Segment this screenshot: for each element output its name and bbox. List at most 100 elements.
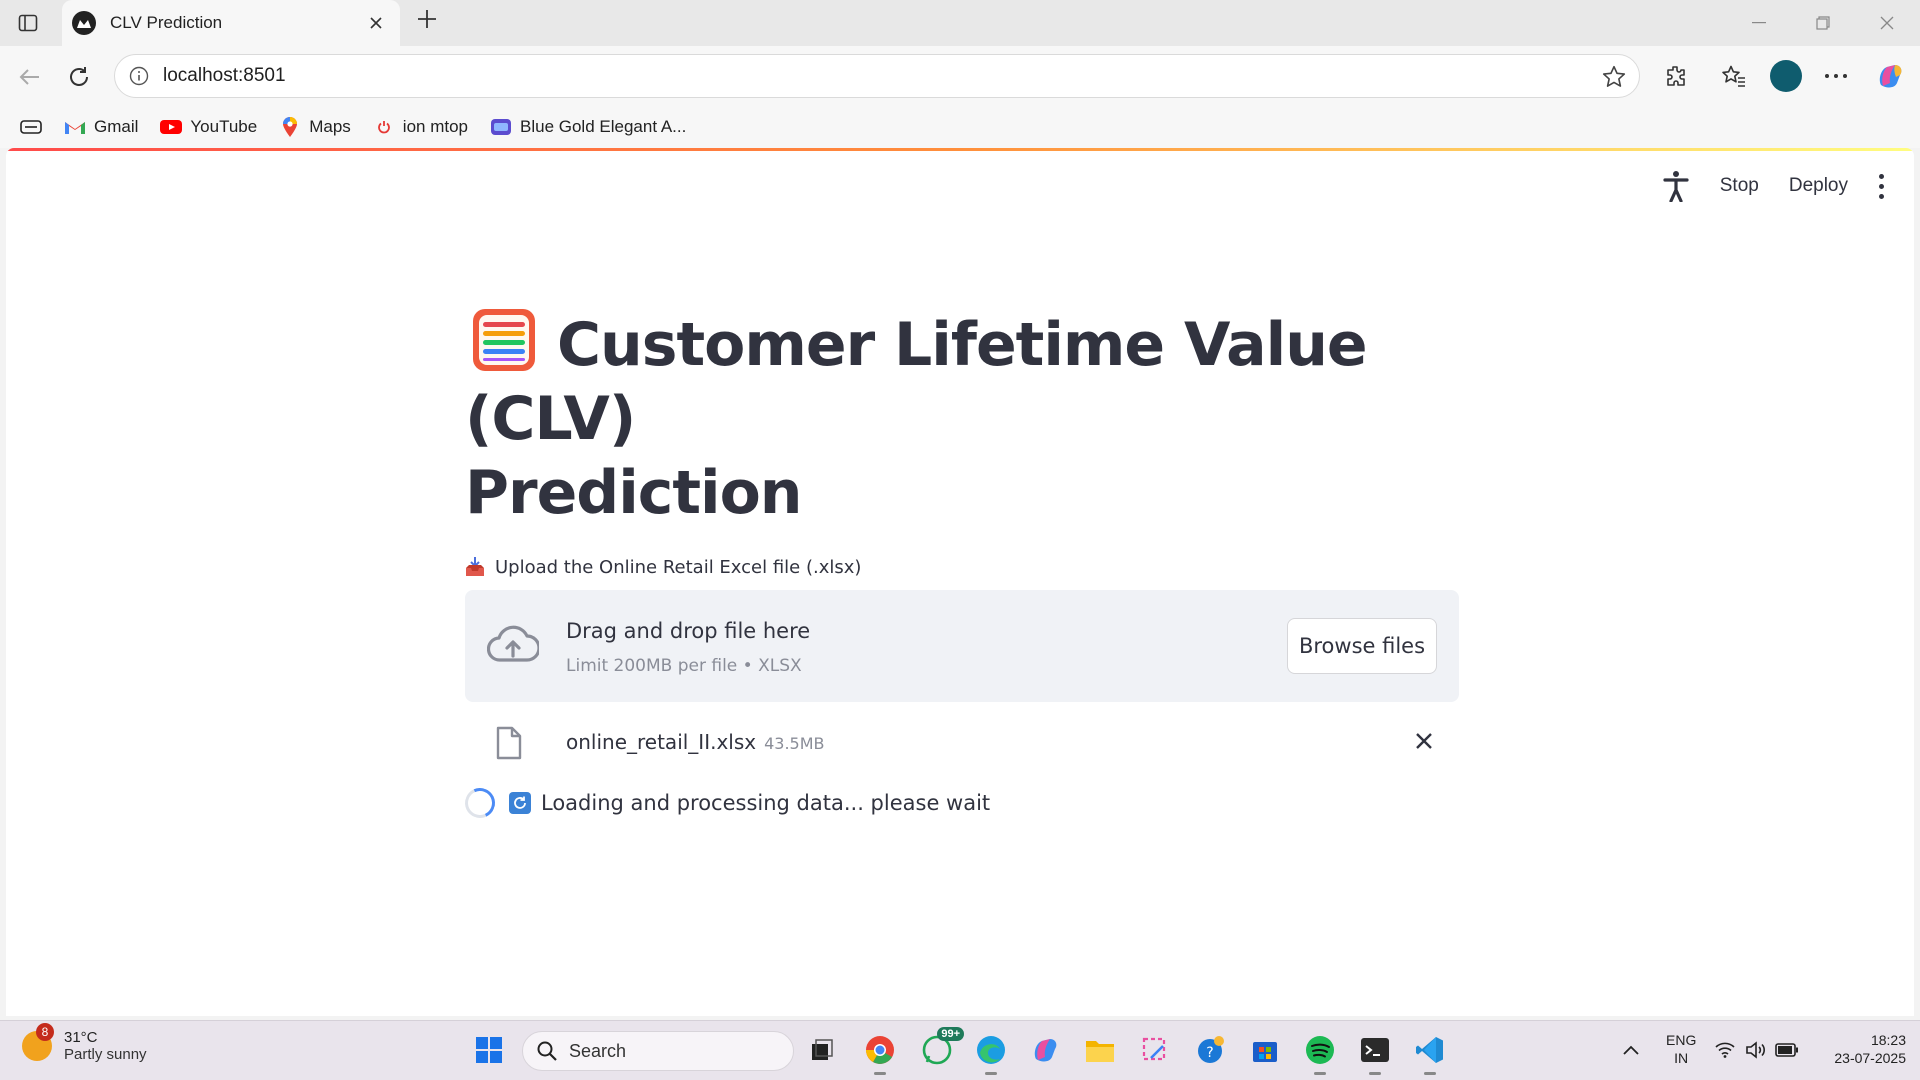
bookmark-blue-gold[interactable]: Blue Gold Elegant A... (490, 117, 686, 137)
abacus-icon (473, 309, 535, 371)
loading-status: Loading and processing data... please wa… (460, 783, 1459, 823)
cloud-upload-icon (486, 624, 541, 668)
profile-avatar[interactable] (1768, 58, 1804, 94)
new-tab-button[interactable] (412, 6, 442, 38)
restore-icon[interactable] (1790, 0, 1856, 46)
task-view-icon[interactable] (805, 1033, 839, 1067)
tab-title: CLV Prediction (110, 13, 223, 32)
uploaded-file-name: online_retail_II.xlsx 43.5MB (566, 730, 825, 754)
bookmark-label: Blue Gold Elegant A... (520, 117, 687, 136)
dropzone-limit-text: Limit 200MB per file • XLSX (566, 656, 802, 676)
bookmark-collections[interactable] (20, 119, 42, 135)
close-window-icon[interactable] (1854, 0, 1920, 46)
clock-date: 23-07-2025 (1834, 1050, 1906, 1066)
youtube-icon (160, 118, 183, 136)
page-title: Customer Lifetime Value (CLV) Prediction (465, 308, 1459, 530)
bookmark-ion-mtop[interactable]: ion mtop (373, 117, 468, 137)
minimize-icon[interactable] (1726, 0, 1792, 46)
clock-time: 18:23 (1870, 1032, 1906, 1048)
clock[interactable]: 18:23 23-07-2025 (1816, 1031, 1906, 1067)
copilot-icon[interactable] (1872, 58, 1908, 94)
search-icon (537, 1041, 557, 1061)
main-content: Customer Lifetime Value (CLV) Prediction… (460, 308, 1459, 823)
file-size: 43.5MB (764, 734, 825, 753)
address-bar[interactable]: localhost:8501 (114, 54, 1640, 98)
uploader-label: Upload the Online Retail Excel file (.xl… (465, 556, 1459, 578)
bookmark-youtube[interactable]: YouTube (160, 117, 257, 137)
streamlit-favicon-icon (72, 11, 96, 35)
title-line-1: Customer Lifetime Value (CLV) (465, 310, 1368, 454)
lang-line-1: ENG (1666, 1032, 1697, 1048)
uploader-label-text: Upload the Online Retail Excel file (.xl… (495, 556, 862, 578)
whatsapp-badge: 99+ (937, 1027, 964, 1041)
refresh-icon (509, 792, 531, 814)
file-explorer-icon[interactable] (1083, 1033, 1117, 1067)
power-icon (373, 118, 395, 136)
microsoft-store-icon[interactable] (1248, 1033, 1282, 1067)
vscode-icon[interactable] (1413, 1033, 1447, 1075)
status-text: Loading and processing data... please wa… (541, 791, 991, 815)
url-text: localhost:8501 (163, 65, 286, 86)
reload-icon[interactable] (62, 60, 96, 94)
file-dropzone[interactable]: Drag and drop file here Limit 200MB per … (465, 590, 1459, 702)
bookmark-maps[interactable]: Maps (279, 117, 351, 137)
bookmark-label: YouTube (190, 117, 258, 136)
collections-icon (20, 120, 42, 134)
wifi-icon[interactable] (1708, 1033, 1742, 1067)
weather-condition: Partly sunny (64, 1046, 147, 1063)
back-icon[interactable] (12, 60, 46, 94)
edge-icon[interactable] (974, 1033, 1008, 1075)
streamlit-toolbar: Stop Deploy (1662, 170, 1884, 203)
maps-icon (279, 117, 301, 137)
inbox-tray-icon (465, 556, 487, 578)
lang-line-2: IN (1674, 1050, 1689, 1066)
browser-navbar: localhost:8501 (0, 46, 1920, 106)
whatsapp-icon[interactable]: 99+ (920, 1027, 964, 1067)
language-indicator[interactable]: ENG IN (1666, 1031, 1696, 1067)
volume-icon[interactable] (1740, 1033, 1774, 1067)
page-viewport: Stop Deploy Customer Lifetime Value (CLV… (6, 148, 1914, 1016)
main-menu-icon[interactable] (1878, 173, 1884, 199)
svg-text:?: ? (1206, 1045, 1213, 1061)
weather-sun-icon: 8 (22, 1023, 54, 1061)
taskbar: 8 31°C Partly sunny Search 99+ ? ENG IN … (0, 1020, 1920, 1080)
browse-files-button[interactable]: Browse files (1287, 618, 1437, 674)
start-icon[interactable] (472, 1033, 506, 1067)
file-name-text: online_retail_II.xlsx (566, 730, 757, 754)
copilot-taskbar-icon[interactable] (1028, 1033, 1062, 1067)
more-menu-icon[interactable] (1818, 58, 1854, 94)
battery-icon[interactable] (1770, 1033, 1804, 1067)
browser-titlebar: CLV Prediction (0, 0, 1920, 46)
tips-icon[interactable]: ? (1194, 1033, 1228, 1067)
chrome-icon[interactable] (863, 1033, 897, 1075)
tab-close-icon[interactable] (364, 10, 388, 36)
weather-badge: 8 (36, 1023, 54, 1041)
favorite-star-icon[interactable] (1601, 64, 1627, 95)
gmail-icon (64, 118, 86, 136)
taskbar-search-text: Search (569, 1040, 627, 1061)
weather-widget[interactable]: 8 31°C Partly sunny (22, 1023, 147, 1063)
snipping-tool-icon[interactable] (1138, 1033, 1172, 1067)
stop-button[interactable]: Stop (1720, 175, 1759, 197)
streamlit-decoration-bar (6, 148, 1914, 151)
bookmark-label: Gmail (94, 117, 139, 136)
show-hidden-icons-chevron[interactable] (1614, 1033, 1648, 1067)
bookmark-label: Maps (309, 117, 351, 136)
deploy-button[interactable]: Deploy (1789, 175, 1848, 197)
taskbar-search[interactable]: Search (522, 1031, 794, 1071)
tab-actions-icon[interactable] (14, 10, 42, 36)
site-info-icon[interactable] (129, 66, 149, 86)
uploaded-file-row: online_retail_II.xlsx 43.5MB (465, 702, 1459, 782)
bookmark-gmail[interactable]: Gmail (64, 117, 138, 137)
spotify-icon[interactable] (1303, 1033, 1337, 1075)
dropzone-title: Drag and drop file here (566, 619, 811, 643)
file-icon (495, 726, 523, 764)
favorites-icon[interactable] (1716, 58, 1752, 94)
extensions-icon[interactable] (1658, 58, 1694, 94)
bookmarks-bar: Gmail YouTube Maps ion mtop Blue Gold El… (0, 106, 1920, 148)
tab-clv-prediction[interactable]: CLV Prediction (62, 0, 400, 46)
weather-temp: 31°C (64, 1029, 98, 1046)
loading-spinner (460, 783, 500, 823)
remove-file-icon[interactable] (1415, 732, 1433, 754)
terminal-icon[interactable] (1358, 1033, 1392, 1075)
